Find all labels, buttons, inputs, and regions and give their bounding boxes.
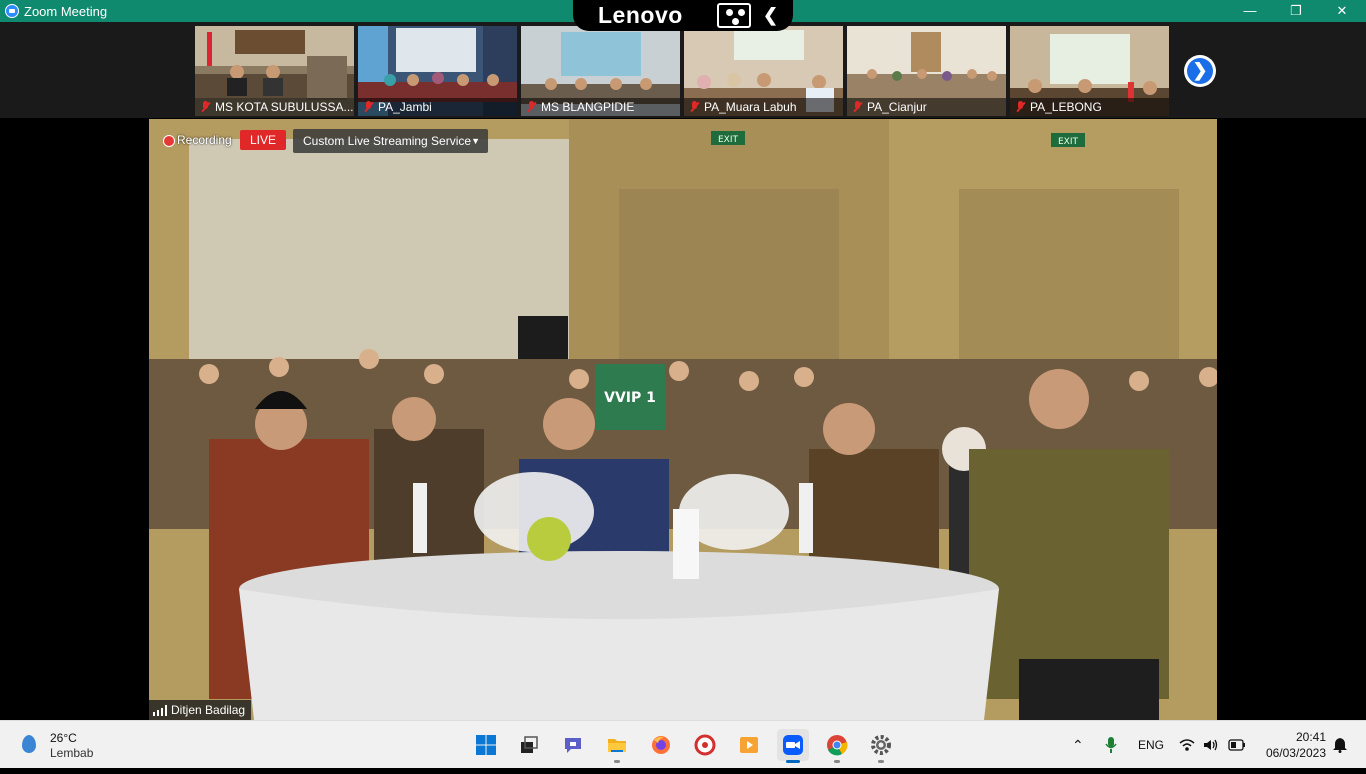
chrome-icon	[827, 735, 848, 756]
microphone-icon[interactable]	[1104, 721, 1118, 769]
teams-chat-button[interactable]	[557, 729, 589, 761]
speaker-name-label: Ditjen Badilag	[149, 700, 252, 720]
main-speaker-video: EXIT EXIT VVIP 1 Recording LIVE Custom L…	[149, 119, 1217, 720]
running-indicator	[834, 760, 840, 763]
live-stream-service-dropdown[interactable]: Custom Live Streaming Service ▼	[293, 129, 488, 153]
mic-muted-icon	[689, 100, 699, 114]
clock-time: 20:41	[1295, 730, 1326, 744]
file-explorer-button[interactable]	[601, 729, 633, 763]
mic-muted-icon	[526, 100, 536, 114]
video-player-icon	[740, 737, 758, 753]
system-clock[interactable]: 20:41 06/03/2023	[1258, 729, 1326, 761]
folder-icon	[608, 739, 626, 752]
settings-button[interactable]	[865, 729, 897, 763]
exit-sign-left: EXIT	[718, 135, 739, 145]
firefox-icon	[652, 736, 670, 754]
task-view-button[interactable]	[513, 729, 545, 761]
participant-name: MS KOTA SUBULUSSA...	[195, 98, 354, 116]
next-page-button[interactable]: ❯	[1184, 55, 1216, 87]
participant-tile[interactable]: MS BLANGPIDIE	[521, 26, 680, 116]
notifications-button[interactable]	[1333, 721, 1347, 769]
event-hall-scene: EXIT EXIT VVIP 1	[149, 119, 1217, 720]
zoom-button[interactable]	[777, 729, 809, 763]
weather-widget[interactable]: 26°C Lembab	[18, 729, 108, 761]
caret-down-icon: ▼	[471, 136, 480, 146]
wifi-icon[interactable]	[1179, 721, 1195, 769]
participant-name: MS BLANGPIDIE	[521, 98, 680, 116]
participant-tile[interactable]: MS KOTA SUBULUSSA...	[195, 26, 354, 116]
participant-name: PA_Muara Labuh	[684, 98, 843, 116]
participant-name: PA_Cianjur	[847, 98, 1006, 116]
mic-muted-icon	[200, 100, 210, 114]
weather-temperature: 26°C	[50, 731, 77, 745]
collapse-icon[interactable]: ❮	[763, 5, 778, 26]
participant-name: PA_LEBONG	[1010, 98, 1169, 116]
windows-icon	[476, 735, 496, 755]
stream-service-label: Custom Live Streaming Service	[303, 134, 472, 148]
red-app-icon	[694, 734, 716, 756]
participant-tile[interactable]: PA_Muara Labuh	[684, 26, 843, 116]
clock-date: 06/03/2023	[1265, 746, 1326, 760]
mic-muted-icon	[852, 100, 862, 114]
screen-share-icon[interactable]	[717, 3, 751, 28]
participant-tile[interactable]: PA_LEBONG	[1010, 26, 1169, 116]
mic-muted-icon	[363, 100, 373, 114]
connection-signal-icon	[153, 705, 167, 716]
participant-strip: MS KOTA SUBULUSSA... PA_Jambi MS BLANGPI…	[0, 22, 1366, 118]
exit-sign-right: EXIT	[1058, 137, 1079, 147]
chevron-right-icon: ❯	[1187, 58, 1213, 84]
running-indicator	[786, 760, 800, 763]
window-title: Zoom Meeting	[24, 4, 108, 19]
start-button[interactable]	[470, 729, 502, 761]
show-hidden-icons-button[interactable]: ⌃	[1072, 721, 1084, 769]
media-player-button[interactable]	[733, 729, 765, 761]
speaker-name: Ditjen Badilag	[171, 703, 246, 717]
minimize-button[interactable]: —	[1227, 0, 1273, 22]
participant-tile[interactable]: PA_Jambi	[358, 26, 517, 116]
mic-muted-icon	[1015, 100, 1025, 114]
weather-condition: Lembab	[50, 746, 94, 760]
app-button-red[interactable]	[689, 729, 721, 761]
firefox-button[interactable]	[645, 729, 677, 761]
battery-icon[interactable]	[1228, 721, 1246, 769]
task-view-icon	[521, 736, 538, 753]
participant-tile[interactable]: PA_Cianjur	[847, 26, 1006, 116]
language-indicator[interactable]: ENG	[1138, 721, 1164, 769]
zoom-app-icon	[5, 4, 19, 18]
chat-icon	[565, 738, 581, 753]
gear-icon	[871, 735, 891, 755]
participant-name: PA_Jambi	[358, 98, 517, 116]
close-button[interactable]: ✕	[1319, 0, 1365, 22]
vvip-sign: VVIP 1	[604, 390, 656, 406]
live-badge[interactable]: LIVE	[240, 130, 286, 150]
running-indicator	[614, 760, 620, 763]
maximize-button[interactable]: ❐	[1273, 0, 1319, 22]
taskbar: 26°C Lembab ⌃ ENG 20:41 06/03/2023	[0, 720, 1366, 768]
lenovo-overlay: Lenovo ❮	[573, 0, 793, 31]
chrome-button[interactable]	[821, 729, 853, 763]
humidity-icon	[22, 735, 36, 753]
recording-indicator: Recording	[161, 131, 232, 149]
lenovo-logo: Lenovo	[598, 2, 683, 28]
volume-icon[interactable]	[1203, 721, 1219, 769]
running-indicator	[878, 760, 884, 763]
zoom-icon	[783, 735, 803, 755]
